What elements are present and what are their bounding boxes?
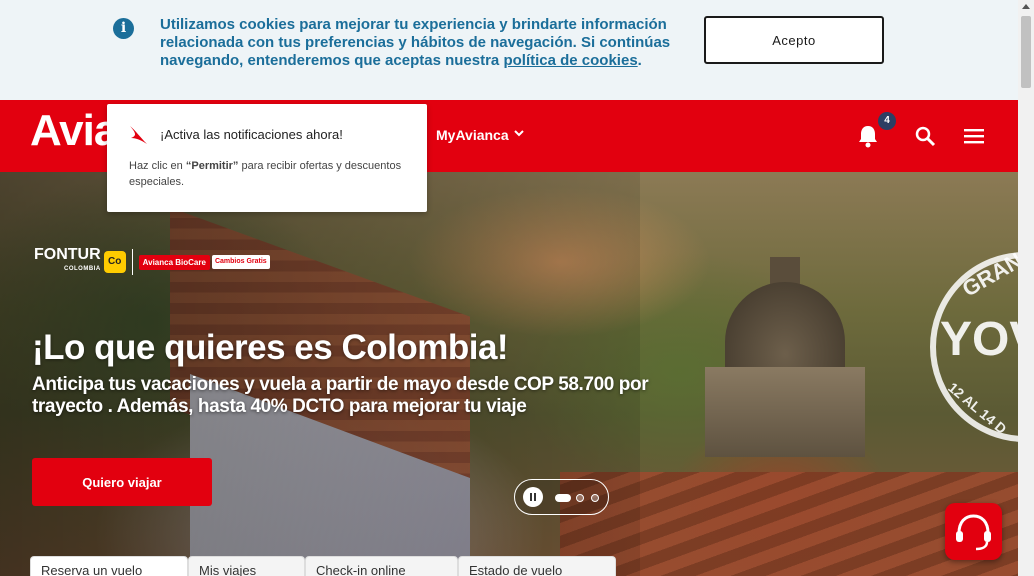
- cookie-banner: i Utilizamos cookies para mejorar tu exp…: [0, 0, 1018, 100]
- fontur-logo: FONTUR COLOMBIA: [34, 246, 101, 276]
- scroll-thumb[interactable]: [1021, 16, 1031, 88]
- carousel-dot-active[interactable]: [555, 494, 571, 502]
- cookie-policy-link[interactable]: política de cookies: [503, 52, 637, 69]
- booking-tabs: Reserva un vuelo Mis viajes Check-in onl…: [30, 556, 616, 576]
- tab-check-in[interactable]: Check-in online: [305, 556, 458, 576]
- logo-divider: [131, 249, 133, 275]
- hamburger-menu-icon[interactable]: [962, 127, 986, 145]
- page-scrollbar[interactable]: [1018, 0, 1034, 576]
- colombia-co-logo: Co: [103, 251, 126, 273]
- promo-stamp-main: YOV: [940, 313, 1018, 366]
- tab-mis-viajes[interactable]: Mis viajes: [188, 556, 305, 576]
- accept-cookies-button[interactable]: Acepto: [704, 16, 884, 64]
- biocare-logo: Avianca BioCare: [138, 254, 210, 270]
- cookie-message: Utilizamos cookies para mejorar tu exper…: [160, 16, 690, 70]
- promo-stamp-top: GRAN: [957, 247, 1018, 302]
- notif-body-pre: Haz clic en: [129, 160, 186, 172]
- hero-title: ¡Lo que quieres es Colombia!: [32, 328, 509, 367]
- fontur-name: FONTUR: [34, 246, 101, 263]
- cambios-gratis-badge: Cambios Gratis: [211, 255, 270, 269]
- cookie-text-end: .: [637, 52, 642, 69]
- notification-popup-title: ¡Activa las notificaciones ahora!: [160, 127, 343, 142]
- notification-popup-body: Haz clic en “Permitir” para recibir ofer…: [129, 158, 409, 190]
- partner-logos: FONTUR COLOMBIA Co Avianca BioCare Cambio…: [34, 246, 270, 276]
- tab-estado-vuelo[interactable]: Estado de vuelo: [458, 556, 616, 576]
- quiero-viajar-button[interactable]: Quiero viajar: [32, 458, 212, 506]
- pause-icon[interactable]: [523, 487, 543, 507]
- carousel-dot[interactable]: [591, 494, 599, 502]
- carousel-controls: [514, 479, 609, 515]
- headset-help-icon-graphic: [956, 514, 991, 551]
- headset-help-icon[interactable]: [945, 503, 1002, 560]
- notification-permission-popup[interactable]: ¡Activa las notificaciones ahora! Haz cl…: [107, 104, 427, 212]
- carousel-dot[interactable]: [576, 494, 584, 502]
- tab-reserva[interactable]: Reserva un vuelo: [30, 556, 188, 576]
- hero-banner: GRAN YOV 12 AL 14 D FONTUR COLOMBIA Co Av…: [0, 172, 1018, 576]
- myavianca-menu[interactable]: MyAvianca: [436, 127, 509, 143]
- chevron-down-icon[interactable]: [514, 128, 524, 138]
- promo-stamp-date: 12 AL 14 D: [945, 379, 1010, 437]
- notif-body-permit: “Permitir”: [185, 160, 239, 172]
- bell-icon[interactable]: [857, 124, 879, 148]
- hero-subtitle: Anticipa tus vacaciones y vuela a partir…: [32, 374, 649, 417]
- fontur-sub: COLOMBIA: [63, 266, 101, 272]
- info-icon: i: [113, 18, 134, 39]
- hero-photo-church: [705, 367, 865, 457]
- hero-photo-dome: [725, 282, 845, 372]
- scroll-up-arrow-icon[interactable]: [1022, 4, 1030, 9]
- promo-stamp: GRAN YOV 12 AL 14 D: [930, 248, 1018, 442]
- notification-count-badge: 4: [878, 112, 896, 130]
- avianca-bird-icon: [130, 126, 147, 144]
- search-icon[interactable]: [914, 125, 936, 147]
